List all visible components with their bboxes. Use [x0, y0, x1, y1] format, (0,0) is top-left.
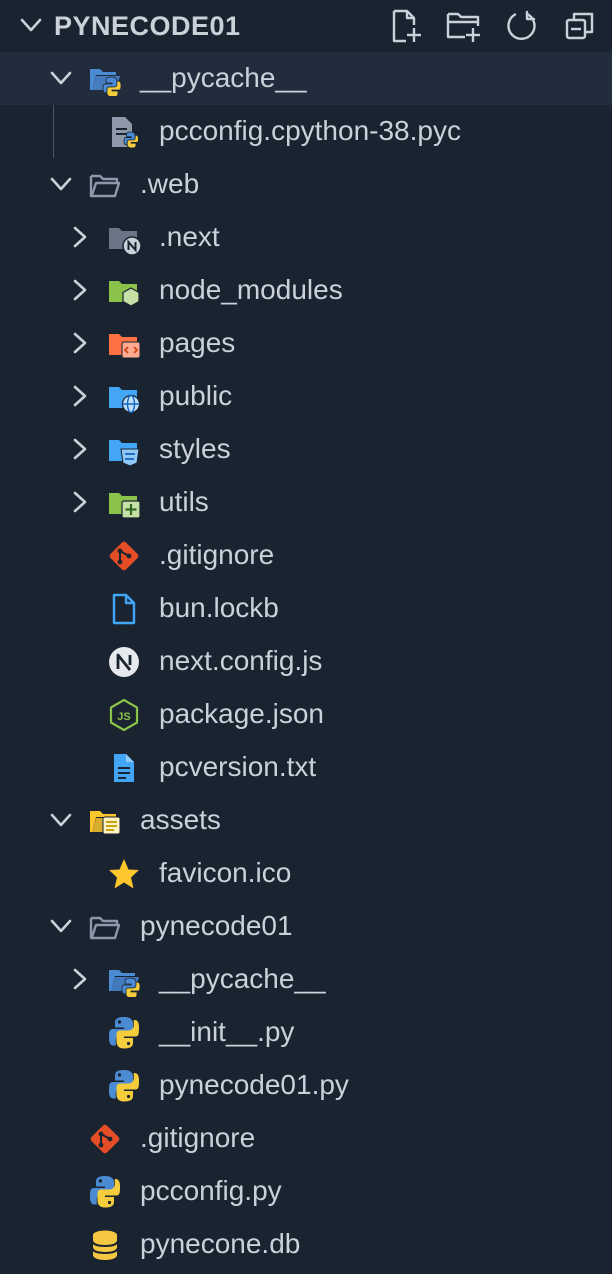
chevron-down-icon[interactable] [48, 807, 74, 833]
collapse-all-button[interactable] [560, 6, 600, 46]
chevron-down-icon[interactable] [48, 171, 74, 197]
tree-file-row[interactable]: pynecode01.py [0, 1059, 612, 1112]
new-file-icon [392, 9, 421, 43]
nextjs-icon [109, 647, 139, 677]
star-icon [109, 859, 139, 889]
folder-open-icon [89, 174, 121, 198]
tree-folder-row[interactable]: public [0, 370, 612, 423]
chevron-right-icon[interactable] [67, 383, 93, 409]
file-icon [112, 593, 136, 625]
folder-label: node_modules [159, 274, 343, 305]
file-explorer: PYNECODE01 __pycache__ pcconfig.cpython-… [0, 0, 612, 1274]
folder-open-icon [89, 916, 121, 940]
tree-file-row[interactable]: pynecone.db [0, 1218, 612, 1271]
folder-label: .web [140, 168, 200, 199]
tree-file-row[interactable]: pcconfig.py [0, 1165, 612, 1218]
new-folder-button[interactable] [444, 6, 484, 46]
file-label: pynecone.db [140, 1228, 301, 1259]
refresh-icon [507, 10, 536, 40]
tree-file-row[interactable]: next.config.js [0, 635, 612, 688]
node-folder-icon [109, 281, 140, 307]
nodejs-icon: JS [109, 698, 139, 732]
file-label: __init__.py [159, 1016, 295, 1047]
chevron-down-icon[interactable] [18, 12, 44, 38]
tree-folder-row[interactable]: node_modules [0, 264, 612, 317]
file-label: pynecode01.py [159, 1069, 349, 1100]
chevron-right-icon[interactable] [67, 224, 93, 250]
file-label: package.json [159, 698, 325, 729]
tree-folder-row[interactable]: .web [0, 158, 612, 211]
pyc-file-icon [112, 117, 139, 149]
file-label: pcconfig.cpython-38.pyc [159, 115, 461, 146]
folder-label: styles [159, 433, 231, 464]
git-icon [90, 1124, 120, 1154]
tree-folder-row[interactable]: assets [0, 794, 612, 847]
utils-folder-icon [109, 493, 141, 519]
tree-file-row[interactable]: .gitignore [0, 1112, 612, 1165]
folder-label: assets [140, 804, 221, 835]
chevron-right-icon[interactable] [67, 966, 93, 992]
explorer-title: PYNECODE01 [54, 11, 241, 41]
tree-folder-row[interactable]: __pycache__ [0, 953, 612, 1006]
tree-folder-row[interactable]: __pycache__ [0, 52, 612, 105]
text-file-icon [114, 754, 134, 782]
folder-label: .next [159, 221, 220, 252]
file-label: next.config.js [159, 645, 323, 676]
assets-folder-icon [90, 811, 121, 835]
styles-folder-icon [109, 440, 140, 467]
collapse-all-icon [565, 12, 594, 40]
tree-folder-row[interactable]: styles [0, 423, 612, 476]
tree-file-row[interactable]: JS package.json [0, 688, 612, 741]
database-icon [92, 1230, 118, 1260]
next-folder-icon [109, 228, 141, 255]
python-icon [109, 1070, 139, 1102]
tree-folder-row[interactable]: utils [0, 476, 612, 529]
python-folder-icon [90, 69, 122, 96]
chevron-right-icon[interactable] [67, 330, 93, 356]
folder-label: public [159, 380, 233, 411]
tree-file-row[interactable]: pcconfig.cpython-38.pyc [0, 105, 612, 158]
tree-file-row[interactable]: bun.lockb [0, 582, 612, 635]
git-icon [109, 541, 139, 571]
file-label: favicon.ico [159, 857, 292, 888]
folder-label: __pycache__ [159, 963, 326, 994]
python-icon [109, 1017, 139, 1049]
folder-label: pages [159, 327, 236, 358]
chevron-down-icon[interactable] [48, 913, 74, 939]
pages-folder-icon [109, 334, 141, 359]
tree-file-row[interactable]: pcversion.txt [0, 741, 612, 794]
folder-label: __pycache__ [140, 62, 307, 93]
chevron-down-icon[interactable] [48, 65, 74, 91]
explorer-actions [386, 6, 600, 46]
tree-folder-row[interactable]: pynecode01 [0, 900, 612, 953]
public-folder-icon [109, 387, 141, 414]
refresh-button[interactable] [502, 6, 542, 46]
svg-text:JS: JS [117, 711, 130, 723]
file-label: .gitignore [140, 1122, 256, 1153]
tree-file-row[interactable]: __init__.py [0, 1006, 612, 1059]
tree-folder-row[interactable]: pages [0, 317, 612, 370]
file-label: .gitignore [159, 539, 275, 570]
chevron-right-icon[interactable] [67, 436, 93, 462]
chevron-right-icon[interactable] [67, 277, 93, 303]
python-icon [90, 1176, 120, 1208]
chevron-right-icon[interactable] [67, 489, 93, 515]
python-folder-icon [109, 970, 141, 997]
file-label: pcversion.txt [159, 751, 317, 782]
folder-label: pynecode01 [140, 910, 293, 941]
folder-label: utils [159, 486, 209, 517]
tree-folder-row[interactable]: .next [0, 211, 612, 264]
tree-file-row[interactable]: favicon.ico [0, 847, 612, 900]
explorer-header[interactable]: PYNECODE01 [0, 0, 612, 52]
file-label: pcconfig.py [140, 1175, 282, 1206]
new-file-button[interactable] [386, 6, 426, 46]
new-folder-icon [446, 12, 480, 42]
file-label: bun.lockb [159, 592, 279, 623]
indent-guide [53, 105, 54, 158]
tree-file-row[interactable]: .gitignore [0, 529, 612, 582]
